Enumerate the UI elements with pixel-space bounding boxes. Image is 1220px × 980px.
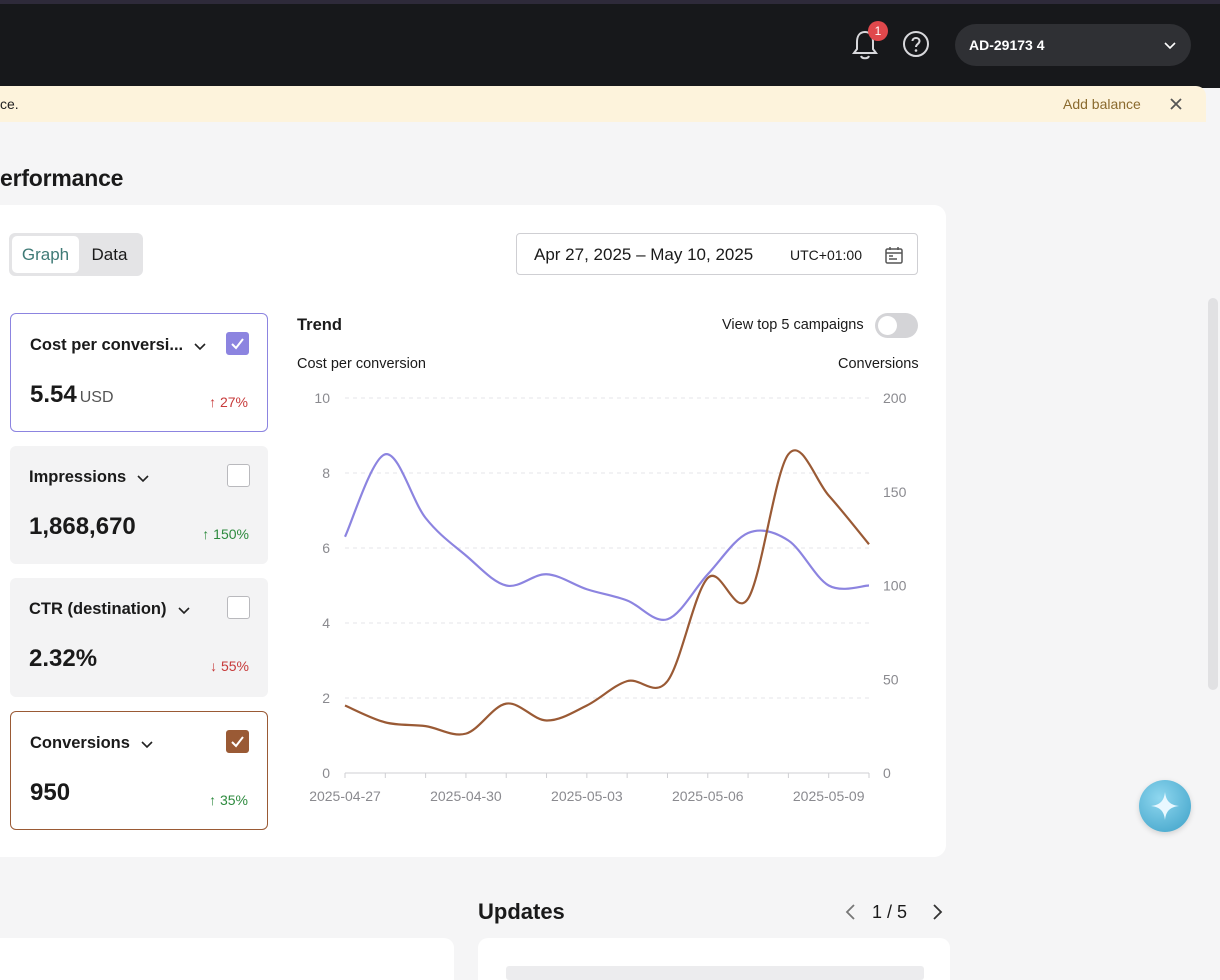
banner-text: ce. xyxy=(0,96,19,112)
metric-value-number: 5.54 xyxy=(30,381,77,408)
metric-value: 2.32% xyxy=(29,645,98,672)
metric-checkbox[interactable] xyxy=(226,730,249,753)
metric-title[interactable]: Cost per conversi... xyxy=(30,336,207,355)
close-icon[interactable] xyxy=(1167,95,1185,113)
metric-delta: ↑ 27% xyxy=(209,394,248,410)
y-tick-right: 50 xyxy=(883,671,899,687)
assistant-button[interactable] xyxy=(1139,780,1191,832)
y-tick-right: 150 xyxy=(883,484,907,500)
y-tick-right: 100 xyxy=(883,578,907,594)
account-name: AD-29173 4 xyxy=(969,37,1045,53)
updates-pager: 1 / 5 xyxy=(872,902,908,922)
top-campaigns-label: View top 5 campaigns xyxy=(722,317,864,333)
update-card[interactable] xyxy=(0,938,454,980)
metric-checkbox[interactable] xyxy=(226,332,249,355)
account-selector[interactable]: AD-29173 4 xyxy=(955,24,1191,66)
chevron-right-icon[interactable] xyxy=(929,903,945,921)
metric-card-ctr[interactable]: CTR (destination) 2.32% ↓ 55% xyxy=(10,578,268,697)
add-balance-link[interactable]: Add balance xyxy=(1063,96,1141,112)
chevron-down-icon xyxy=(177,606,190,614)
data-tab[interactable]: Data xyxy=(79,236,140,273)
check-icon xyxy=(231,736,244,748)
sparkle-icon xyxy=(1151,792,1179,820)
y-tick-left: 0 xyxy=(322,765,330,781)
graph-tab[interactable]: Graph xyxy=(12,236,79,273)
check-icon xyxy=(231,338,244,350)
left-axis-label: Cost per conversion xyxy=(297,356,426,372)
image-placeholder xyxy=(506,966,924,980)
balance-banner: ce. Add balance xyxy=(0,86,1206,122)
chevron-down-icon xyxy=(1164,42,1176,50)
update-card[interactable] xyxy=(478,938,950,980)
trend-title: Trend xyxy=(297,316,342,334)
metric-card-impressions[interactable]: Impressions 1,868,670 ↑ 150% xyxy=(10,446,268,564)
y-tick-left: 4 xyxy=(322,615,330,631)
chevron-down-icon xyxy=(194,342,206,350)
metric-title[interactable]: Conversions xyxy=(30,734,154,753)
metric-title[interactable]: Impressions xyxy=(29,468,150,487)
metric-value: 5.54 USD xyxy=(30,381,114,409)
metric-title-text: Conversions xyxy=(30,734,130,752)
y-tick-left: 6 xyxy=(322,540,330,556)
timezone-text: UTC+01:00 xyxy=(790,247,862,263)
chevron-down-icon xyxy=(137,474,149,482)
date-range-text: Apr 27, 2025 – May 10, 2025 xyxy=(534,245,754,264)
view-toggle: Graph Data xyxy=(9,233,143,276)
metric-delta: ↑ 150% xyxy=(202,526,249,542)
notification-badge: 1 xyxy=(868,21,888,41)
x-tick-label: 2025-05-03 xyxy=(551,788,623,804)
toggle-knob xyxy=(878,316,897,335)
y-tick-right: 0 xyxy=(883,765,891,781)
page-title: erformance xyxy=(0,165,124,191)
metric-title[interactable]: CTR (destination) xyxy=(29,600,191,619)
metric-checkbox[interactable] xyxy=(227,596,250,619)
chevron-down-icon xyxy=(141,740,153,748)
metric-value: 950 xyxy=(30,779,71,806)
y-tick-left: 8 xyxy=(322,465,330,481)
metric-card-cost-per-conversion[interactable]: Cost per conversi... 5.54 USD ↑ 27% xyxy=(10,313,268,432)
x-tick-label: 2025-05-09 xyxy=(793,788,865,804)
help-icon[interactable] xyxy=(902,30,930,58)
series-line-cost-per-conversion xyxy=(344,453,870,621)
metric-card-conversions[interactable]: Conversions 950 ↑ 35% xyxy=(10,711,268,830)
right-axis-label: Conversions xyxy=(838,356,919,372)
y-tick-left: 2 xyxy=(322,690,330,706)
metric-title-text: CTR (destination) xyxy=(29,600,167,618)
trend-chart: 02468100501001502002025-04-27 2025-04-30 2… xyxy=(309,390,907,804)
date-range-picker[interactable]: Apr 27, 2025 – May 10, 2025 UTC+01:00 xyxy=(516,233,918,275)
y-tick-left: 10 xyxy=(314,390,330,406)
metric-title-text: Impressions xyxy=(29,468,127,486)
x-tick-label: 2025-04-27 xyxy=(309,788,381,804)
chevron-left-icon[interactable] xyxy=(843,903,859,921)
metric-unit: USD xyxy=(79,389,114,406)
metric-delta: ↑ 35% xyxy=(209,792,248,808)
scrollbar[interactable] xyxy=(1208,298,1218,690)
x-tick-label: 2025-05-06 xyxy=(672,788,744,804)
y-tick-right: 200 xyxy=(883,390,907,406)
series-line-conversions xyxy=(344,449,870,736)
updates-title: Updates xyxy=(478,899,565,924)
x-tick-label: 2025-04-30 xyxy=(430,788,502,804)
calendar-icon xyxy=(885,247,903,264)
metric-value: 1,868,670 xyxy=(29,513,136,540)
metric-checkbox[interactable] xyxy=(227,464,250,487)
top-campaigns-toggle[interactable] xyxy=(875,313,918,338)
metric-delta: ↓ 55% xyxy=(210,658,249,674)
metric-title-text: Cost per conversi... xyxy=(30,336,184,354)
